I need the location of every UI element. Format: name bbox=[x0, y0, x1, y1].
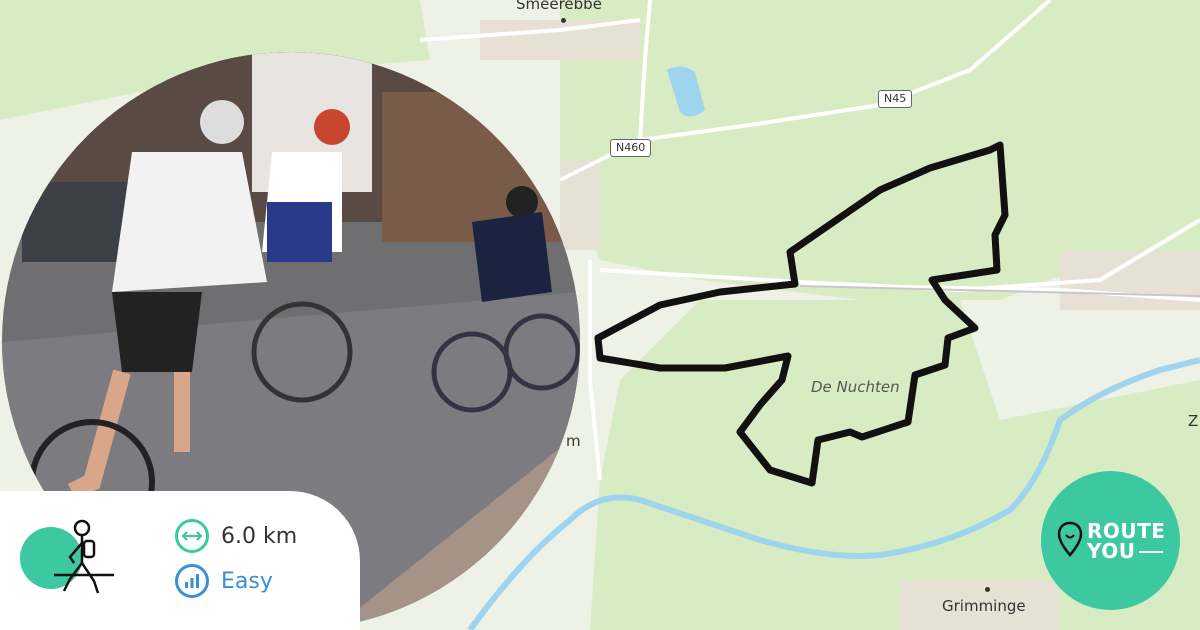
distance-value: 6.0 km bbox=[221, 523, 298, 549]
distance-row: 6.0 km bbox=[175, 519, 297, 553]
difficulty-icon bbox=[175, 564, 209, 598]
place-label-grimminge: Grimminge bbox=[942, 597, 1026, 615]
distance-icon bbox=[175, 519, 209, 553]
place-label-edge: Z bbox=[1188, 412, 1199, 430]
difficulty-row: Easy bbox=[175, 564, 273, 598]
road-label-n460: N460 bbox=[610, 139, 652, 157]
place-label-smeerebbe: Smeerebbe bbox=[516, 0, 602, 13]
logo-text-you: YOU bbox=[1087, 539, 1136, 563]
location-pin-icon bbox=[1057, 521, 1083, 557]
place-label-de-nuchten: De Nuchten bbox=[811, 378, 900, 396]
route-info-card: 6.0 km Easy bbox=[0, 491, 360, 630]
road-label-n45: N45 bbox=[878, 90, 913, 108]
difficulty-value: Easy bbox=[221, 568, 273, 594]
logo-underline bbox=[1139, 551, 1163, 553]
routeyou-logo[interactable]: ROUTE YOU bbox=[1041, 471, 1180, 610]
place-dot bbox=[561, 18, 566, 23]
hiker-icon bbox=[54, 519, 114, 594]
place-dot bbox=[985, 587, 990, 592]
place-label-edge-left: m bbox=[566, 432, 581, 450]
logo-text-route: ROUTE bbox=[1087, 519, 1166, 543]
